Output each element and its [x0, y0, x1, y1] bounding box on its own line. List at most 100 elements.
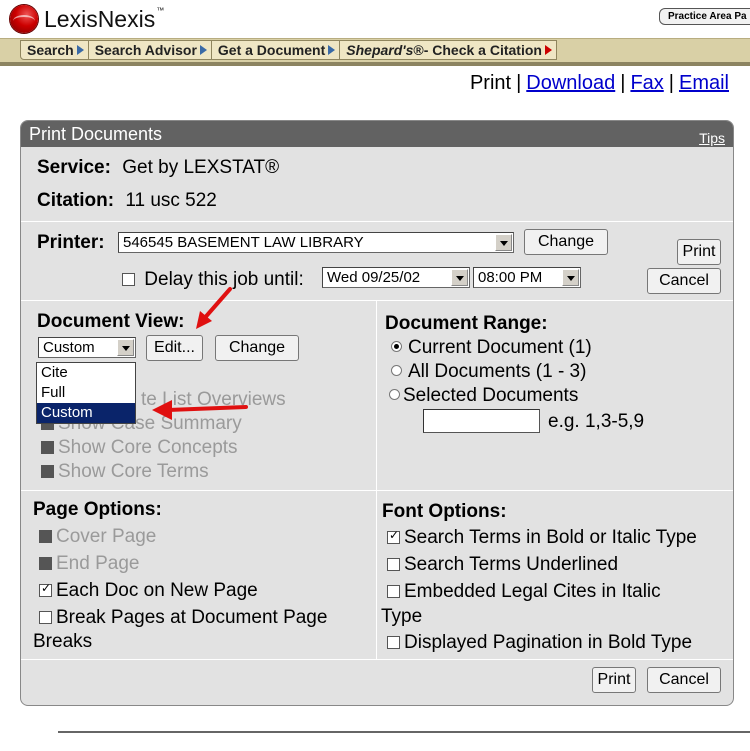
tips-link[interactable]: Tips	[699, 125, 725, 151]
range-example: e.g. 1,3-5,9	[548, 411, 645, 432]
service-row: Service: Get by LEXSTAT®	[37, 157, 279, 179]
brand-trademark: ™	[156, 5, 165, 15]
column-divider	[376, 300, 377, 659]
underlined-row: Search Terms Underlined	[387, 554, 618, 576]
print-button-top[interactable]: Print	[677, 239, 721, 265]
pagination-bold-checkbox[interactable]	[387, 636, 400, 649]
show-core-terms-row: Show Core Terms	[41, 461, 209, 483]
document-view-heading: Document View:	[37, 311, 185, 332]
printer-select[interactable]: 546545 BASEMENT LAW LIBRARY	[118, 232, 514, 253]
triangle-right-icon	[328, 45, 336, 55]
embedded-cites-checkbox[interactable]	[387, 585, 400, 598]
delay-checkbox[interactable]	[122, 273, 135, 286]
range-selected-label: Selected Documents	[403, 385, 579, 406]
tab-shepards-label: Shepard's	[346, 42, 414, 58]
edit-view-button[interactable]: Edit...	[146, 335, 203, 361]
delay-date-select[interactable]: Wed 09/25/02	[322, 267, 470, 288]
tab-search-advisor[interactable]: Search Advisor	[89, 41, 212, 59]
document-view-dropdown: Cite Full Custom	[36, 362, 136, 424]
nav-underline	[0, 62, 750, 66]
embedded-cites-wrap: Type	[381, 606, 423, 627]
end-page-row: End Page	[39, 553, 139, 575]
tab-get-a-document[interactable]: Get a Document	[212, 41, 341, 59]
chevron-down-icon[interactable]	[451, 269, 468, 286]
break-pages-label: Break Pages at Document Page	[56, 607, 328, 628]
bottom-rule	[58, 731, 750, 733]
tab-search[interactable]: Search	[21, 41, 89, 59]
brand-name: LexisNexis	[44, 5, 156, 32]
practice-area-button[interactable]: Practice Area Pa	[659, 8, 750, 25]
service-value: Get by LEXSTAT®	[122, 157, 280, 178]
end-page-checkbox[interactable]	[39, 557, 52, 570]
range-selected-radio[interactable]	[389, 389, 400, 400]
underlined-label: Search Terms Underlined	[404, 554, 619, 575]
panel-title: Print Documents	[29, 124, 163, 144]
printer-value: 546545 BASEMENT LAW LIBRARY	[123, 234, 364, 251]
annotation-arrow-icon	[196, 287, 232, 329]
printer-change-button[interactable]: Change	[524, 229, 608, 255]
break-pages-row: Break Pages at Document Page	[39, 607, 327, 629]
separator: |	[516, 72, 522, 94]
tab-search-advisor-label: Search Advisor	[94, 42, 197, 58]
chevron-down-icon[interactable]	[117, 339, 134, 356]
chevron-down-icon[interactable]	[495, 234, 512, 251]
font-options-heading: Font Options:	[382, 501, 507, 522]
citation-row: Citation: 11 usc 522	[37, 190, 217, 212]
page-options-heading: Page Options:	[33, 499, 162, 520]
show-core-terms-label: Show Core Terms	[58, 461, 209, 482]
embedded-cites-label: Embedded Legal Cites in Italic	[404, 581, 661, 602]
pagination-bold-label: Displayed Pagination in Bold Type	[404, 632, 693, 653]
each-doc-new-page-checkbox[interactable]	[39, 581, 52, 597]
bold-italic-label: Search Terms in Bold or Italic Type	[404, 527, 697, 548]
cover-page-label: Cover Page	[56, 526, 157, 547]
range-current-radio[interactable]	[391, 341, 402, 352]
download-link[interactable]: Download	[526, 72, 615, 94]
cancel-button-bottom[interactable]: Cancel	[647, 667, 721, 693]
range-all-row[interactable]: All Documents (1 - 3)	[391, 361, 586, 383]
view-option-full[interactable]: Full	[37, 383, 135, 403]
chevron-down-icon[interactable]	[562, 269, 579, 286]
view-option-custom[interactable]: Custom	[37, 403, 135, 423]
pagination-bold-row: Displayed Pagination in Bold Type	[387, 632, 692, 654]
break-pages-checkbox[interactable]	[39, 611, 52, 624]
view-option-cite[interactable]: Cite	[37, 363, 135, 383]
delay-time-select[interactable]: 08:00 PM	[473, 267, 581, 288]
cancel-button-top[interactable]: Cancel	[647, 268, 721, 294]
annotation-arrow-icon	[152, 400, 248, 420]
cover-page-checkbox[interactable]	[39, 530, 52, 543]
view-change-button[interactable]: Change	[215, 335, 299, 361]
tab-search-label: Search	[27, 42, 74, 58]
bold-italic-checkbox[interactable]	[387, 528, 400, 544]
divider	[21, 659, 733, 660]
range-all-radio[interactable]	[391, 365, 402, 376]
delivery-links: Print | Download | Fax | Email	[470, 72, 729, 95]
selected-documents-input[interactable]	[423, 409, 540, 433]
divider	[21, 300, 733, 301]
range-all-label: All Documents (1 - 3)	[408, 361, 587, 382]
logo-globe-icon	[10, 5, 38, 33]
email-link[interactable]: Email	[679, 72, 729, 94]
underlined-checkbox[interactable]	[387, 558, 400, 571]
break-pages-wrap: Breaks	[33, 631, 93, 652]
lexisnexis-logo[interactable]: LexisNexis™	[10, 3, 164, 35]
range-selected-row[interactable]: Selected Documents	[389, 385, 578, 407]
print-button-bottom[interactable]: Print	[592, 667, 636, 693]
triangle-right-icon	[76, 45, 84, 55]
show-core-concepts-row: Show Core Concepts	[41, 437, 238, 459]
tab-check-a-citation-label: ®- Check a Citation	[413, 42, 542, 58]
cover-page-row: Cover Page	[39, 526, 156, 548]
separator: |	[620, 72, 626, 94]
core-terms-checkbox[interactable]	[41, 465, 54, 478]
delay-time-value: 08:00 PM	[478, 269, 543, 286]
triangle-right-icon	[544, 45, 552, 55]
nav-tabs: Search Search Advisor Get a Document She…	[20, 40, 557, 60]
printer-label: Printer:	[37, 232, 105, 253]
bold-italic-row: Search Terms in Bold or Italic Type	[387, 527, 697, 549]
tab-check-a-citation[interactable]: Shepard's ®- Check a Citation	[340, 41, 556, 59]
range-current-row[interactable]: Current Document (1)	[391, 337, 592, 359]
core-concepts-checkbox[interactable]	[41, 441, 54, 454]
document-view-select[interactable]: Custom	[38, 337, 136, 358]
fax-link[interactable]: Fax	[630, 72, 663, 94]
delay-date-value: Wed 09/25/02	[327, 269, 421, 286]
each-doc-new-page-label: Each Doc on New Page	[56, 580, 258, 601]
